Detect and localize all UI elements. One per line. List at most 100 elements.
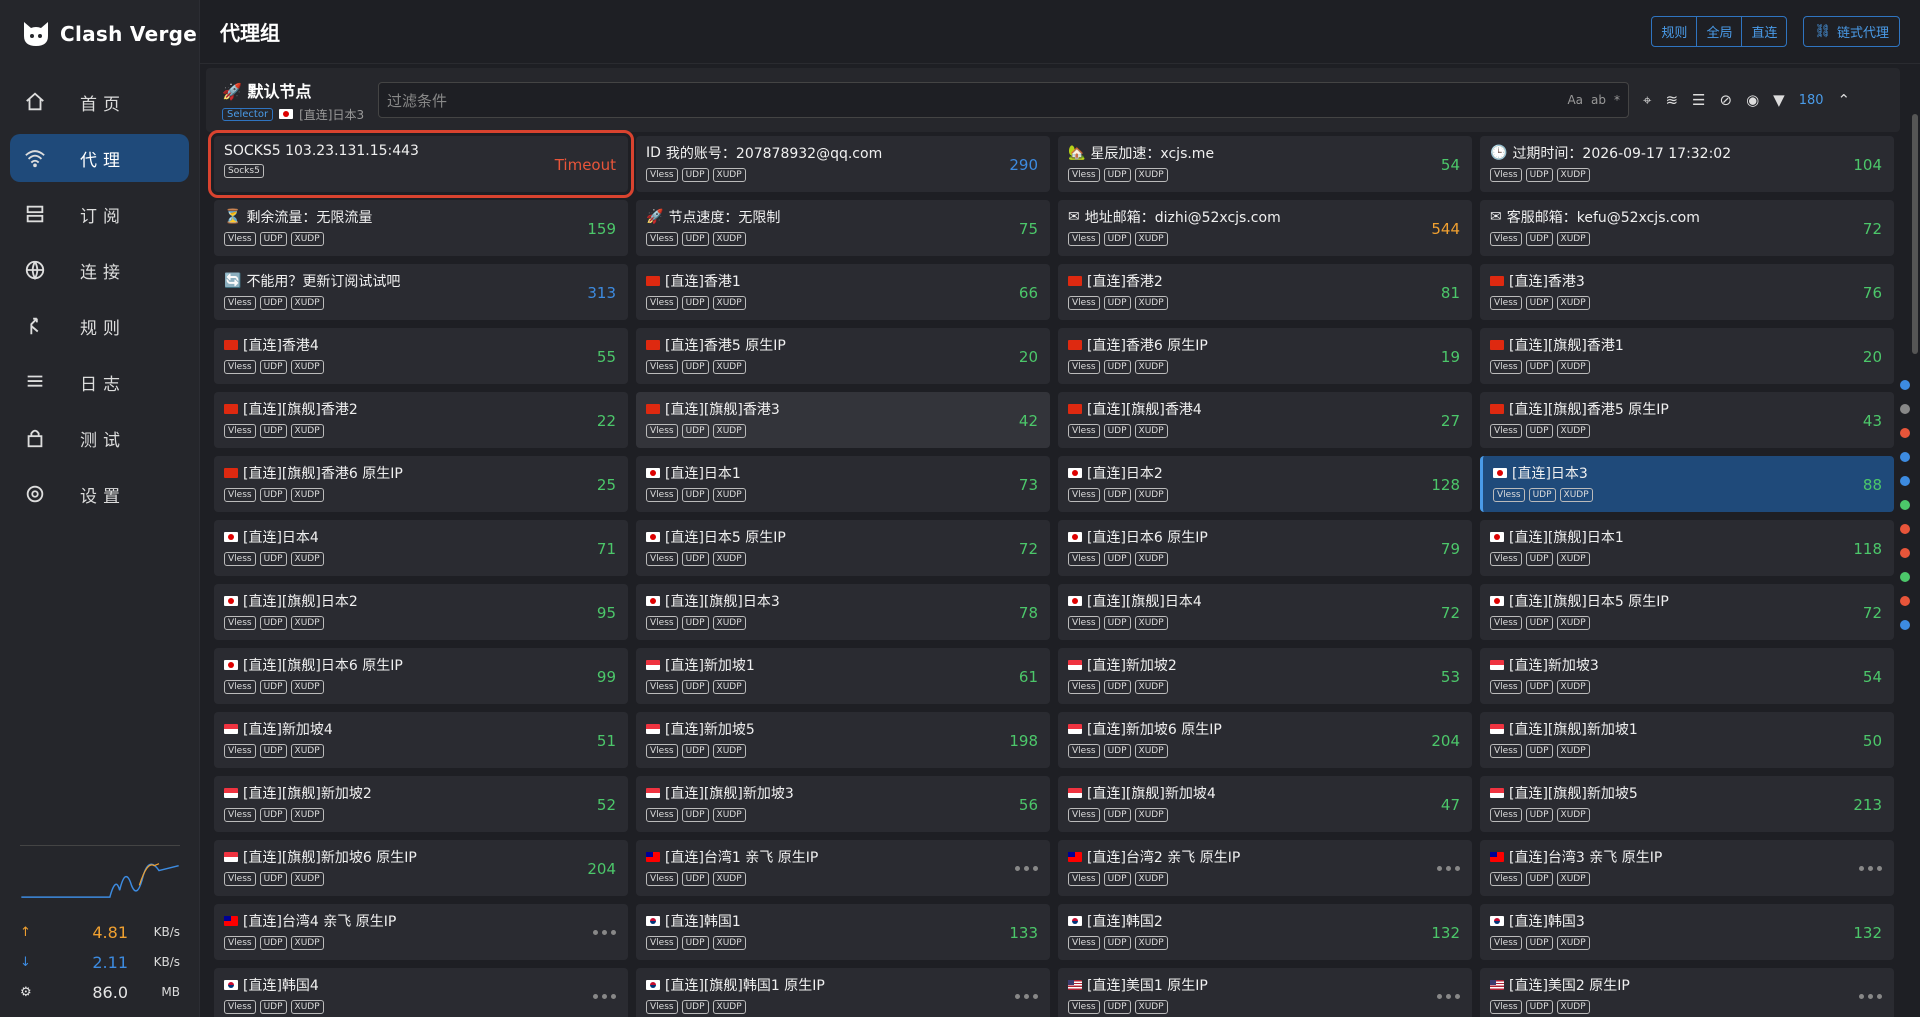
node-delay[interactable]: 72 (1441, 604, 1460, 622)
proxy-card[interactable]: [直连][旗舰]新加坡1 Vless UDP XUDP 50 (1480, 712, 1894, 768)
node-delay[interactable]: 55 (597, 348, 616, 366)
proxy-card[interactable]: [直连][旗舰]新加坡6 原生IP Vless UDP XUDP 204 (214, 840, 628, 896)
proxy-card[interactable]: ⏳ 剩余流量：无限流量 Vless UDP XUDP 159 (214, 200, 628, 256)
proxy-card[interactable]: [直连][旗舰]香港4 Vless UDP XUDP 27 (1058, 392, 1472, 448)
node-delay[interactable]: 159 (587, 220, 616, 238)
node-delay[interactable]: 118 (1853, 540, 1882, 558)
rail-id-icon[interactable] (1900, 404, 1910, 414)
node-delay[interactable]: 290 (1009, 156, 1038, 174)
rail-microsoft-icon[interactable] (1900, 476, 1910, 486)
filter-input[interactable]: 过滤条件 Aa ab * (378, 82, 1629, 118)
node-delay[interactable]: 544 (1431, 220, 1460, 238)
proxy-card[interactable]: [直连][旗舰]日本6 原生IP Vless UDP XUDP 99 (214, 648, 628, 704)
nav-item-3[interactable]: 连接 (10, 246, 189, 294)
rail-globe-icon[interactable] (1900, 452, 1910, 462)
rail-fish-icon[interactable] (1900, 620, 1910, 630)
proxy-card[interactable]: [直连][旗舰]新加坡3 Vless UDP XUDP 56 (636, 776, 1050, 832)
locate-icon[interactable]: ⌖ (1643, 91, 1651, 109)
mode-direct-button[interactable]: 直连 (1742, 17, 1786, 46)
regex-toggle[interactable]: * (1614, 93, 1620, 107)
nav-item-2[interactable]: 订阅 (10, 190, 189, 238)
proxy-card[interactable]: [直连]新加坡5 Vless UDP XUDP 198 (636, 712, 1050, 768)
proxy-card[interactable]: [直连][旗舰]日本1 Vless UDP XUDP 118 (1480, 520, 1894, 576)
proxy-card[interactable]: [直连][旗舰]香港5 原生IP Vless UDP XUDP 43 (1480, 392, 1894, 448)
proxy-card[interactable]: [直连][旗舰]日本5 原生IP Vless UDP XUDP 72 (1480, 584, 1894, 640)
proxy-card[interactable]: [直连]韩国2 Vless UDP XUDP 132 (1058, 904, 1472, 960)
proxy-card[interactable]: [直连]日本3 Vless UDP XUDP 88 (1480, 456, 1894, 512)
rail-apple-icon[interactable] (1900, 428, 1910, 438)
nav-item-0[interactable]: 首页 (10, 78, 189, 126)
proxy-card[interactable]: 🔄 不能用？更新订阅试试吧 Vless UDP XUDP 313 (214, 264, 628, 320)
proxy-group-header[interactable]: 🚀 默认节点 Selector [直连]日本3 过滤条件 Aa ab * ⌖ ≋… (206, 68, 1900, 132)
nav-item-6[interactable]: 测试 (10, 414, 189, 462)
node-delay[interactable]: 50 (1863, 732, 1882, 750)
node-delay[interactable]: 71 (597, 540, 616, 558)
proxy-card[interactable]: [直连]美国1 原生IP Vless UDP XUDP (1058, 968, 1472, 1017)
node-delay[interactable]: 43 (1863, 412, 1882, 430)
proxy-card[interactable]: [直连]日本4 Vless UDP XUDP 71 (214, 520, 628, 576)
proxy-card[interactable]: [直连][旗舰]香港1 Vless UDP XUDP 20 (1480, 328, 1894, 384)
node-delay[interactable]: 132 (1431, 924, 1460, 942)
proxy-card[interactable]: [直连]新加坡3 Vless UDP XUDP 54 (1480, 648, 1894, 704)
node-delay[interactable]: 104 (1853, 156, 1882, 174)
proxy-card[interactable]: [直连]美国2 原生IP Vless UDP XUDP (1480, 968, 1894, 1017)
node-delay[interactable]: 72 (1863, 220, 1882, 238)
node-delay[interactable]: 27 (1441, 412, 1460, 430)
proxy-card[interactable]: [直连]台湾3 亲飞 原生IP Vless UDP XUDP (1480, 840, 1894, 896)
node-delay[interactable]: 133 (1009, 924, 1038, 942)
mode-global-button[interactable]: 全局 (1697, 17, 1743, 46)
delay-pending-icon[interactable] (593, 930, 616, 935)
node-delay[interactable]: 20 (1863, 348, 1882, 366)
node-delay[interactable]: 72 (1863, 604, 1882, 622)
proxy-card[interactable]: ID 我的账号：207878932@qq.com Vless UDP XUDP 290 (636, 136, 1050, 192)
match-word-toggle[interactable]: ab (1591, 93, 1606, 107)
proxy-card[interactable]: [直连][旗舰]香港2 Vless UDP XUDP 22 (214, 392, 628, 448)
node-delay[interactable]: 76 (1863, 284, 1882, 302)
proxy-card[interactable]: [直连]新加坡6 原生IP Vless UDP XUDP 204 (1058, 712, 1472, 768)
no-wifi-icon[interactable]: ⊘ (1719, 91, 1732, 109)
delay-pending-icon[interactable] (1859, 994, 1882, 999)
node-delay[interactable]: 66 (1019, 284, 1038, 302)
scrollbar[interactable] (1910, 64, 1920, 1014)
proxy-card[interactable]: [直连]韩国4 Vless UDP XUDP (214, 968, 628, 1017)
nav-item-5[interactable]: 日志 (10, 358, 189, 406)
rail-megaphone-icon[interactable] (1900, 596, 1910, 606)
proxy-card[interactable]: [直连]韩国3 Vless UDP XUDP 132 (1480, 904, 1894, 960)
node-delay[interactable]: Timeout (555, 156, 616, 174)
node-delay[interactable]: 213 (1853, 796, 1882, 814)
node-delay[interactable]: 19 (1441, 348, 1460, 366)
proxy-card[interactable]: SOCKS5 103.23.131.15:443 Socks5 Timeout (208, 130, 634, 198)
node-delay[interactable]: 53 (1441, 668, 1460, 686)
delay-pending-icon[interactable] (1437, 994, 1460, 999)
filter-icon[interactable]: ▼ (1773, 91, 1785, 109)
node-delay[interactable]: 95 (597, 604, 616, 622)
proxy-card[interactable]: [直连]台湾2 亲飞 原生IP Vless UDP XUDP (1058, 840, 1472, 896)
node-delay[interactable]: 75 (1019, 220, 1038, 238)
proxy-card[interactable]: [直连]新加坡1 Vless UDP XUDP 61 (636, 648, 1050, 704)
proxy-card[interactable]: [直连][旗舰]新加坡5 Vless UDP XUDP 213 (1480, 776, 1894, 832)
proxy-card[interactable]: [直连]香港4 Vless UDP XUDP 55 (214, 328, 628, 384)
delay-test-icon[interactable]: ≋ (1665, 91, 1678, 109)
delay-pending-icon[interactable] (1859, 866, 1882, 871)
rail-target-icon[interactable] (1900, 524, 1910, 534)
proxy-card[interactable]: [直连]新加坡2 Vless UDP XUDP 53 (1058, 648, 1472, 704)
node-delay[interactable]: 73 (1019, 476, 1038, 494)
node-delay[interactable]: 204 (1431, 732, 1460, 750)
mode-rule-button[interactable]: 规则 (1652, 17, 1698, 46)
node-delay[interactable]: 61 (1019, 668, 1038, 686)
proxy-card[interactable]: [直连][旗舰]香港6 原生IP Vless UDP XUDP 25 (214, 456, 628, 512)
node-delay[interactable]: 78 (1019, 604, 1038, 622)
node-delay[interactable]: 51 (597, 732, 616, 750)
proxy-card[interactable]: [直连]香港2 Vless UDP XUDP 81 (1058, 264, 1472, 320)
rail-youtube-icon[interactable] (1900, 548, 1910, 558)
proxy-card[interactable]: [直连][旗舰]新加坡4 Vless UDP XUDP 47 (1058, 776, 1472, 832)
delay-pending-icon[interactable] (1437, 866, 1460, 871)
nav-item-1[interactable]: 代理 (10, 134, 189, 182)
node-delay[interactable]: 54 (1863, 668, 1882, 686)
proxy-card[interactable]: [直连]香港1 Vless UDP XUDP 66 (636, 264, 1050, 320)
proxy-card[interactable]: [直连]台湾4 亲飞 原生IP Vless UDP XUDP (214, 904, 628, 960)
node-delay[interactable]: 72 (1019, 540, 1038, 558)
node-delay[interactable]: 25 (597, 476, 616, 494)
node-delay[interactable]: 88 (1863, 476, 1882, 494)
proxy-card[interactable]: [直连][旗舰]香港3 Vless UDP XUDP 42 (636, 392, 1050, 448)
